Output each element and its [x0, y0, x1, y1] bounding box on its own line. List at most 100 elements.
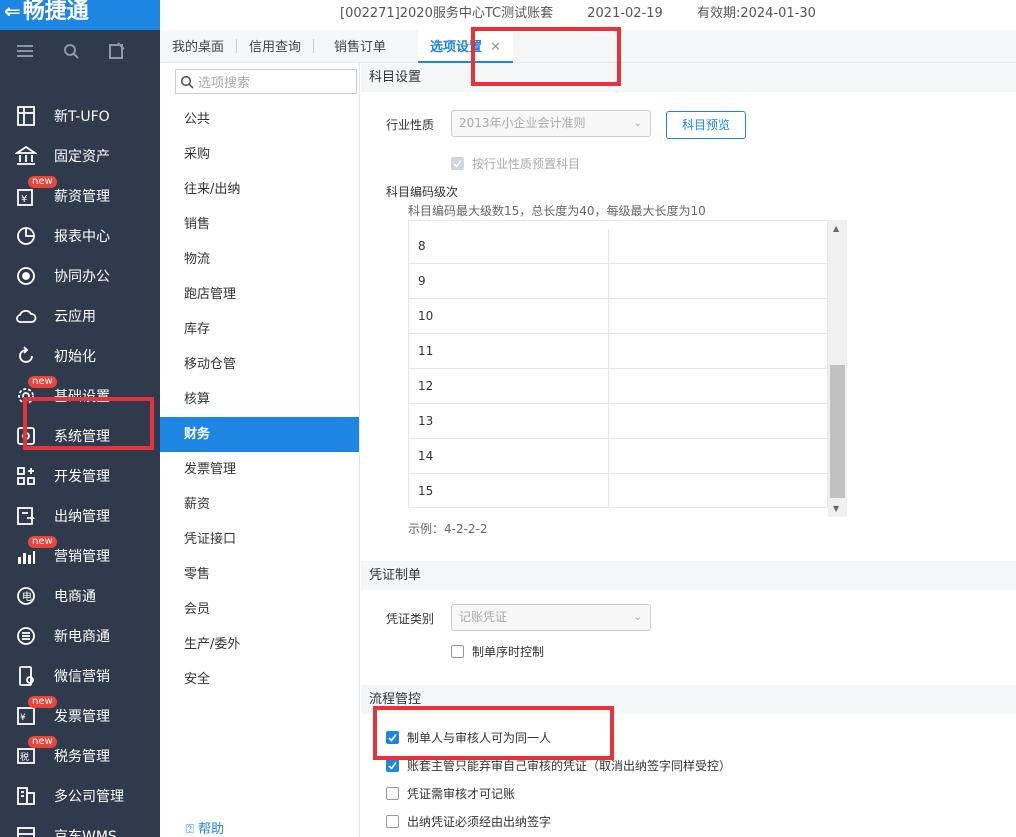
code-level-hint: 科目编码最大级数15，总长度为40，每级最大长度为10	[408, 204, 706, 218]
login-date: 2021-02-19	[587, 6, 663, 21]
scroll-thumb[interactable]	[830, 365, 845, 498]
sidebar-item[interactable]: 固定资产	[0, 136, 160, 176]
search-menu-icon[interactable]	[62, 42, 80, 60]
preset-subject-checkbox[interactable]: 按行业性质预置科目	[451, 155, 580, 172]
tab-sales-order[interactable]: 销售订单	[322, 30, 398, 63]
sidebar-item-label: 微信营销	[54, 669, 110, 685]
options-search-input[interactable]: 选项搜索	[175, 69, 357, 94]
option-category[interactable]: 会员	[160, 592, 359, 627]
sidebar-item[interactable]: ¥ 薪资管理 new	[0, 176, 160, 216]
sidebar-item[interactable]: 营销管理 new	[0, 536, 160, 576]
help-link[interactable]: ⍰ 帮助	[186, 818, 224, 837]
warehouse-icon	[14, 824, 38, 837]
sidebar-item[interactable]: 云应用	[0, 296, 160, 336]
level-length-cell[interactable]	[609, 404, 827, 439]
option-category[interactable]: 移动仓管	[160, 347, 359, 382]
system-icon	[14, 424, 38, 448]
level-number: 12	[409, 369, 609, 404]
process-control-label: 凭证需审核才可记账	[407, 787, 516, 801]
subject-preview-button[interactable]: 科目预览	[666, 111, 746, 139]
option-category[interactable]: 财务	[160, 417, 359, 452]
level-length-cell[interactable]	[609, 229, 827, 264]
process-control-checkbox[interactable]: 出纳凭证必须经由出纳签字	[386, 813, 551, 830]
preset-subject-label: 按行业性质预置科目	[472, 157, 581, 171]
option-category[interactable]: 往来/出纳	[160, 172, 359, 207]
export-icon[interactable]	[108, 42, 126, 60]
sidebar-item[interactable]: 报表中心	[0, 216, 160, 256]
section-subject-settings: 科目设置	[361, 63, 1016, 92]
sidebar-item[interactable]: 新T-UFO	[0, 96, 160, 136]
sidebar-item[interactable]: 电 电商通	[0, 576, 160, 616]
expiry-date: 有效期:2024-01-30	[696, 6, 816, 21]
sidebar-item-label: 薪资管理	[54, 189, 110, 205]
level-length-cell[interactable]	[609, 474, 827, 507]
option-category[interactable]: 物流	[160, 242, 359, 277]
sidebar-item[interactable]: 基础设置 new	[0, 376, 160, 416]
industry-select[interactable]: 2013年小企业会计准则 ⌄	[451, 110, 651, 137]
scroll-down-icon[interactable]: ▼	[833, 504, 839, 513]
close-tab-icon[interactable]: ✕	[490, 40, 501, 55]
logo-text: 畅捷通	[22, 0, 89, 24]
option-category[interactable]: 零售	[160, 557, 359, 592]
level-table-scrollbar[interactable]: ▲ ▼	[828, 220, 847, 517]
level-length-cell[interactable]	[609, 264, 827, 299]
help-icon: ⍰	[186, 822, 194, 837]
option-category[interactable]: 发票管理	[160, 452, 359, 487]
account-name: [002271]2020服务中心TC测试账套	[340, 6, 554, 21]
process-control-checkbox[interactable]: 凭证需审核才可记账	[386, 785, 515, 802]
option-category[interactable]: 库存	[160, 312, 359, 347]
option-category[interactable]: 安全	[160, 662, 359, 697]
sidebar-item[interactable]: 税 税务管理 new	[0, 736, 160, 776]
level-number: 8	[409, 229, 609, 264]
option-category[interactable]: 核算	[160, 382, 359, 417]
sidebar-item-label: 报表中心	[54, 229, 110, 245]
scroll-up-icon[interactable]: ▲	[833, 224, 839, 233]
sidebar-item[interactable]: 微信营销	[0, 656, 160, 696]
option-category[interactable]: 生产/委外	[160, 627, 359, 662]
process-control-checkbox[interactable]: 制单人与审核人可为同一人	[386, 729, 551, 746]
cashier-icon	[14, 504, 38, 528]
sidebar-item[interactable]: 多公司管理	[0, 776, 160, 816]
checkbox-unchecked-icon	[451, 645, 464, 658]
section-voucher: 凭证制单	[361, 561, 1016, 590]
level-length-cell[interactable]	[609, 334, 827, 369]
tab-my-desktop[interactable]: 我的桌面	[160, 30, 236, 63]
level-length-cell[interactable]	[609, 369, 827, 404]
option-category[interactable]: 薪资	[160, 487, 359, 522]
sidebar-item[interactable]: 开发管理	[0, 456, 160, 496]
app-logo[interactable]: ⇐畅捷通	[0, 0, 160, 30]
process-control-checkbox[interactable]: 账套主管只能弃审自己审核的凭证（取消出纳签字同样受控）	[386, 757, 731, 774]
sidebar-item[interactable]: 新电商通	[0, 616, 160, 656]
table-row: 12	[409, 369, 827, 404]
tab-option-settings[interactable]: 选项设置 ✕	[418, 29, 513, 63]
option-category[interactable]: 采购	[160, 137, 359, 172]
sidebar-item[interactable]: 系统管理	[0, 416, 160, 456]
voucher-type-select[interactable]: 记账凭证 ⌄	[451, 604, 651, 631]
top-bar: ⇐畅捷通 [002271]2020服务中心TC测试账套 2021-02-19 有…	[0, 0, 1016, 30]
voucher-type-value: 记账凭证	[459, 610, 508, 624]
checkbox-checked-icon	[386, 759, 399, 772]
option-category[interactable]: 跑店管理	[160, 277, 359, 312]
level-number: 14	[409, 439, 609, 474]
level-length-cell[interactable]	[609, 439, 827, 474]
menu-icon[interactable]	[16, 42, 34, 60]
sidebar-item-label: 初始化	[54, 349, 96, 365]
sidebar-item[interactable]: 初始化	[0, 336, 160, 376]
sidebar-item[interactable]: 协同办公	[0, 256, 160, 296]
tab-credit-query[interactable]: 信用查询	[237, 30, 313, 63]
option-category[interactable]: 公共	[160, 102, 359, 137]
sidebar-item[interactable]: ¥ 发票管理 new	[0, 696, 160, 736]
back-arrow-icon[interactable]: ⇐	[4, 0, 21, 23]
sidebar-item-label: 电商通	[54, 589, 96, 605]
process-control-label: 制单人与审核人可为同一人	[407, 731, 552, 745]
new-badge: new	[28, 376, 57, 388]
level-length-cell[interactable]	[609, 299, 827, 334]
sidebar-item-label: 发票管理	[54, 709, 110, 725]
order-control-checkbox[interactable]: 制单序时控制	[451, 643, 544, 660]
industry-label: 行业性质	[386, 118, 435, 132]
option-category[interactable]: 凭证接口	[160, 522, 359, 557]
sidebar-item[interactable]: 出纳管理	[0, 496, 160, 536]
sidebar-item-label: 固定资产	[54, 149, 110, 165]
sidebar-item[interactable]: 京东WMS	[0, 816, 160, 837]
option-category[interactable]: 销售	[160, 207, 359, 242]
